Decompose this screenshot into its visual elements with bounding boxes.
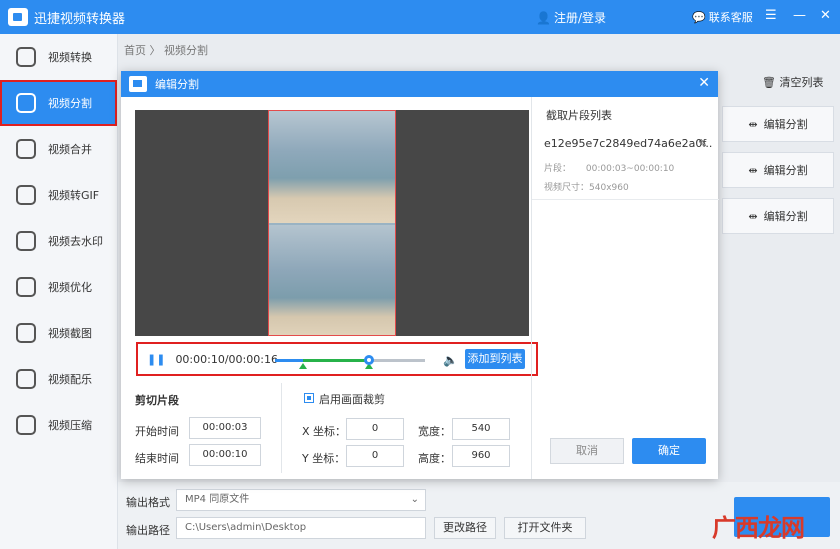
login-label: 注册/登录: [553, 11, 606, 25]
split-icon: [16, 93, 36, 113]
height-label: 高度：: [418, 452, 451, 465]
split-icon: ⇹: [748, 209, 758, 223]
sidebar-item-merge[interactable]: 视频合并: [0, 126, 117, 172]
clip-file-name: e12e95e7c2849ed74a6e2a0f..: [544, 137, 713, 150]
video-frame-top: [269, 111, 395, 223]
timeline-selection: [303, 359, 369, 362]
segment-label: 片段：: [544, 164, 572, 174]
customer-service-link[interactable]: 💬 联系客服: [692, 9, 753, 25]
breadcrumb: 首页 〉 视频分割: [124, 42, 208, 58]
video-frame[interactable]: [268, 110, 396, 336]
confirm-button[interactable]: 确定: [632, 438, 706, 464]
video-preview: [135, 110, 529, 336]
chevron-down-icon: ⌄: [410, 494, 419, 505]
width-label: 宽度：: [418, 425, 451, 438]
height-input[interactable]: 960: [452, 445, 510, 467]
app-title: 迅捷视频转换器: [34, 11, 126, 27]
pause-icon[interactable]: ❚❚: [147, 353, 165, 366]
service-label: 联系客服: [708, 11, 753, 24]
player-controls: ❚❚ 00:00:10/00:00:16 🔈 添加到列表: [136, 342, 538, 376]
output-format-select[interactable]: MP4 同原文件 ⌄: [176, 489, 426, 511]
login-link[interactable]: 👤 注册/登录: [536, 9, 606, 26]
start-time-label: 开始时间: [135, 425, 179, 438]
edit-split-dialog: 编辑分割 ✕ ❚❚ 00:00:10/00:00:16 🔈 添加到列表 剪切片段…: [121, 71, 719, 479]
sidebar-item-music[interactable]: 视频配乐: [0, 356, 117, 402]
breadcrumb-current: 视频分割: [164, 44, 208, 57]
end-time-input[interactable]: 00:00:10: [189, 444, 261, 466]
end-time-label: 结束时间: [135, 452, 179, 465]
timecode: 00:00:10/00:00:16: [175, 352, 278, 366]
edit-split-button[interactable]: ⇹ 编辑分割: [722, 152, 834, 188]
title-bar: 迅捷视频转换器 👤 注册/登录 💬 联系客服 ☰ — ✕: [0, 0, 840, 34]
sidebar-item-screenshot[interactable]: 视频截图: [0, 310, 117, 356]
clip-section-title: 剪切片段: [135, 394, 179, 407]
crop-enable-checkbox[interactable]: [304, 393, 314, 403]
clip-size: 视频尺寸：540x960: [544, 180, 629, 193]
close-icon[interactable]: ✕: [698, 75, 710, 91]
width-input[interactable]: 540: [452, 418, 510, 440]
split-icon: ⇹: [748, 163, 758, 177]
clip-segment: 片段： 00:00:03~00:00:10: [544, 161, 674, 174]
list-divider: [532, 199, 719, 200]
size-label: 视频尺寸：: [544, 183, 590, 193]
sidebar-item-compress[interactable]: 视频压缩: [0, 402, 117, 448]
watermark-remove-icon: [16, 231, 36, 251]
sidebar: 视频转换 视频分割 视频合并 视频转GIF 视频去水印 视频优化 视频截图 视频…: [0, 34, 118, 549]
menu-icon[interactable]: ☰: [765, 8, 777, 23]
breadcrumb-separator: 〉: [149, 44, 161, 57]
change-path-button[interactable]: 更改路径: [434, 517, 496, 539]
cancel-button[interactable]: 取消: [550, 438, 624, 464]
y-coord-label: Y 坐标：: [302, 452, 346, 465]
output-path-label: 输出路径: [126, 524, 170, 537]
music-icon: [16, 369, 36, 389]
volume-icon[interactable]: 🔈: [443, 353, 458, 367]
edit-split-button[interactable]: ⇹ 编辑分割: [722, 198, 834, 234]
playhead-handle[interactable]: [363, 355, 374, 365]
add-to-list-button[interactable]: 添加到列表: [465, 349, 525, 369]
app-logo-icon: [8, 8, 28, 26]
x-coord-input[interactable]: 0: [346, 418, 404, 440]
edit-pencil-icon[interactable]: ✎: [698, 137, 707, 150]
clear-list-button[interactable]: 🗑 清空列表: [762, 74, 823, 90]
sidebar-item-gif[interactable]: 视频转GIF: [0, 172, 117, 218]
sidebar-item-watermark[interactable]: 视频去水印: [0, 218, 117, 264]
x-coord-label: X 坐标：: [302, 425, 347, 438]
start-time-input[interactable]: 00:00:03: [189, 417, 261, 439]
clip-list-panel: 截取片段列表 e12e95e7c2849ed74a6e2a0f.. ✎ 片段： …: [531, 97, 719, 479]
merge-icon: [16, 139, 36, 159]
video-frame-bottom: [269, 225, 395, 335]
section-divider: [281, 383, 282, 473]
clip-list-title: 截取片段列表: [546, 109, 612, 122]
screenshot-icon: [16, 323, 36, 343]
open-folder-button[interactable]: 打开文件夹: [504, 517, 586, 539]
output-path-field[interactable]: C:\Users\admin\Desktop: [176, 517, 426, 539]
sidebar-item-split[interactable]: 视频分割: [0, 80, 117, 126]
dialog-logo-icon: [129, 76, 147, 92]
crop-enable-label: 启用画面裁剪: [319, 393, 385, 406]
gif-icon: [16, 185, 36, 205]
timeline-slider[interactable]: [275, 355, 425, 369]
sidebar-item-optimize[interactable]: 视频优化: [0, 264, 117, 310]
output-format-label: 输出格式: [126, 496, 170, 509]
close-window-icon[interactable]: ✕: [820, 8, 831, 23]
start-marker-handle[interactable]: [299, 363, 308, 369]
sidebar-item-convert[interactable]: 视频转换: [0, 34, 117, 80]
optimize-icon: [16, 277, 36, 297]
minimize-icon[interactable]: —: [793, 8, 806, 23]
split-icon: ⇹: [748, 117, 758, 131]
user-icon: 👤: [536, 10, 551, 25]
chat-icon: 💬: [692, 10, 706, 24]
dialog-header: 编辑分割 ✕: [121, 71, 718, 97]
compress-icon: [16, 415, 36, 435]
size-value: 540x960: [589, 183, 629, 193]
dialog-title: 编辑分割: [155, 78, 199, 91]
breadcrumb-home[interactable]: 首页: [124, 44, 146, 57]
trash-icon: 🗑: [762, 76, 776, 89]
convert-icon: [16, 47, 36, 67]
edit-split-button[interactable]: ⇹ 编辑分割: [722, 106, 834, 142]
site-watermark: 广西龙网: [712, 514, 805, 542]
y-coord-input[interactable]: 0: [346, 445, 404, 467]
segment-value: 00:00:03~00:00:10: [585, 164, 675, 174]
